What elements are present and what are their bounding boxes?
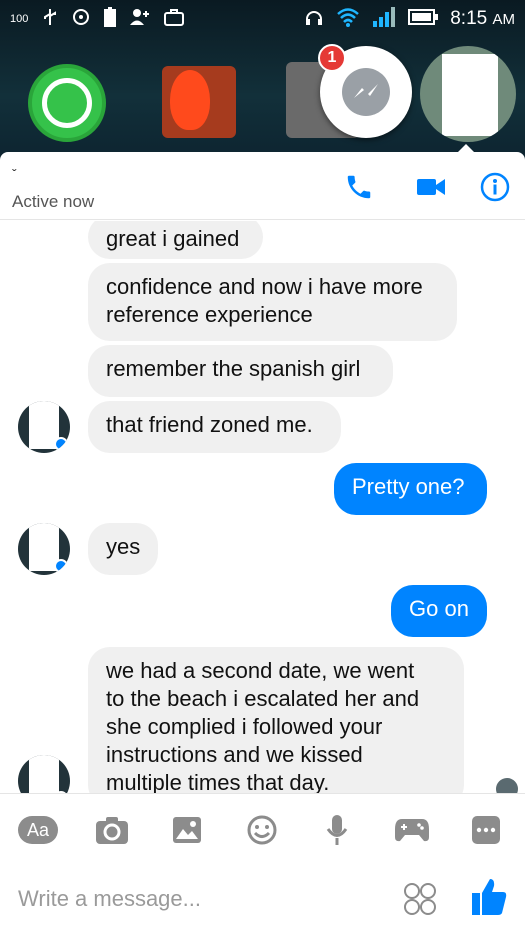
info-icon[interactable] (478, 170, 512, 204)
whatsapp-icon[interactable] (28, 64, 106, 142)
wifi-hotspot-icon (72, 8, 90, 30)
add-user-icon (130, 8, 150, 30)
composer-toolbar: Aa (0, 793, 525, 865)
message-bubble[interactable]: great i gained (88, 221, 263, 259)
contact-chathead[interactable] (420, 46, 516, 142)
active-status: Active now (12, 192, 95, 211)
mic-icon[interactable] (317, 812, 357, 848)
messenger-badge-icon (54, 791, 68, 793)
message-input[interactable] (18, 881, 388, 917)
clock-time: 8:15 (450, 8, 488, 29)
text-format-button[interactable]: Aa (18, 812, 58, 848)
message-bubble[interactable]: yes (88, 523, 158, 575)
firewall-app-icon[interactable] (162, 66, 236, 138)
message-bubble-sent[interactable]: Go on (391, 585, 487, 637)
notification-badge: 1 (318, 44, 346, 72)
messenger-icon (342, 68, 390, 116)
seen-avatar (496, 778, 518, 793)
status-bar: 100 8:15 AM (0, 0, 525, 38)
message-bubble[interactable]: we had a second date, we went to the bea… (88, 647, 464, 793)
message-bubble[interactable]: remember the spanish girl (88, 345, 393, 397)
game-icon[interactable] (392, 812, 432, 848)
signal-icon (372, 7, 396, 31)
chat-header: ˇ Active now (0, 152, 525, 220)
battery-status-icon (408, 9, 439, 29)
message-bubble[interactable]: that friend zoned me. (88, 401, 341, 453)
thumbs-up-icon[interactable] (470, 877, 508, 917)
briefcase-icon (164, 8, 185, 30)
chat-panel: ˇ Active now great i gained confidence a… (0, 152, 525, 933)
phone-icon[interactable] (342, 170, 376, 204)
messenger-badge-icon (54, 559, 68, 573)
messenger-badge-icon (54, 437, 68, 451)
sticker-icon[interactable] (402, 881, 438, 917)
message-bubble-sent[interactable]: Pretty one? (334, 463, 487, 515)
more-icon[interactable] (466, 812, 506, 848)
emoji-icon[interactable] (242, 812, 282, 848)
contact-avatar[interactable] (18, 755, 70, 793)
message-list[interactable]: great i gained confidence and now i have… (0, 221, 525, 793)
wifi-icon (336, 7, 360, 31)
image-icon[interactable] (167, 812, 207, 848)
headset-icon (304, 7, 324, 31)
camera-icon[interactable] (92, 812, 132, 848)
usb-icon (42, 8, 58, 30)
composer (0, 865, 525, 933)
clock: 8:15 AM (450, 8, 515, 30)
clock-ampm: AM (492, 11, 516, 28)
video-icon[interactable] (414, 170, 448, 204)
battery-icon (104, 7, 117, 31)
contact-avatar[interactable] (18, 523, 70, 575)
aa-icon: Aa (18, 816, 58, 844)
message-bubble[interactable]: confidence and now i have more reference… (88, 263, 457, 341)
contact-name[interactable]: ˇ (12, 166, 23, 182)
battery-percent: 100 (10, 13, 29, 25)
contact-avatar[interactable] (18, 401, 70, 453)
